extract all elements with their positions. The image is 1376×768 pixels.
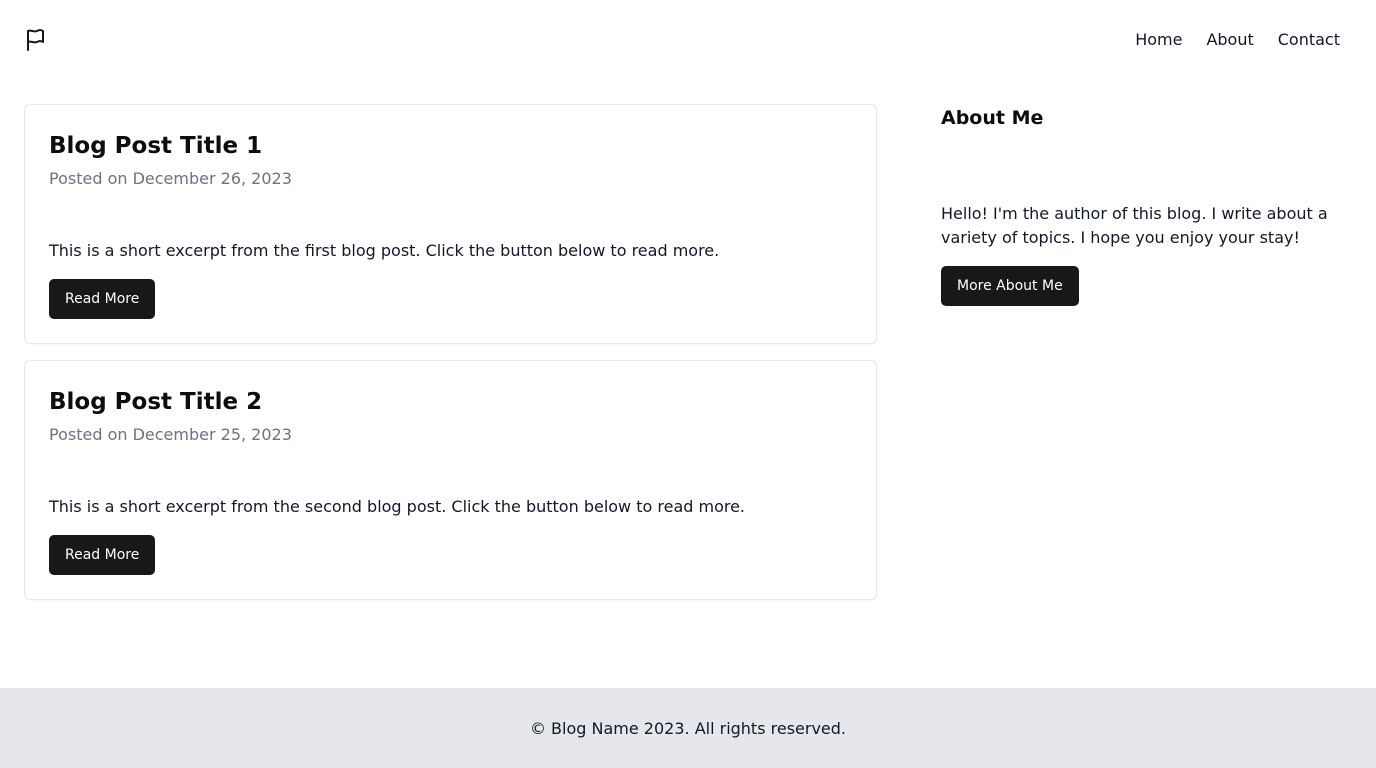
post-excerpt: This is a short excerpt from the first b… xyxy=(49,241,720,260)
post-date: Posted on December 25, 2023 xyxy=(49,425,292,444)
site-header: Home About Contact xyxy=(0,0,1376,80)
sidebar-text: Hello! I'm the author of this blog. I wr… xyxy=(941,204,1328,247)
post-list: Blog Post Title 1 Posted on December 26,… xyxy=(24,104,877,616)
post-card: Blog Post Title 2 Posted on December 25,… xyxy=(24,360,877,600)
site-footer: © Blog Name 2023. All rights reserved. xyxy=(0,688,1376,768)
post-title: Blog Post Title 1 xyxy=(49,133,263,159)
nav-about-link[interactable]: About xyxy=(1206,30,1253,49)
flag-icon[interactable] xyxy=(24,28,48,52)
sidebar-title: About Me xyxy=(941,107,1044,129)
more-about-me-button[interactable]: More About Me xyxy=(941,266,1079,306)
nav-home-link[interactable]: Home xyxy=(1135,30,1182,49)
footer-copyright: © Blog Name 2023. All rights reserved. xyxy=(529,718,847,738)
post-card: Blog Post Title 1 Posted on December 26,… xyxy=(24,104,877,344)
read-more-button[interactable]: Read More xyxy=(49,279,156,319)
post-title: Blog Post Title 2 xyxy=(49,389,263,415)
about-sidebar: About Me Hello! I'm the author of this b… xyxy=(941,104,1341,306)
nav-contact-link[interactable]: Contact xyxy=(1278,30,1340,49)
post-date: Posted on December 26, 2023 xyxy=(49,169,292,188)
read-more-button[interactable]: Read More xyxy=(49,535,156,575)
main-nav: Home About Contact xyxy=(1135,30,1340,49)
post-excerpt: This is a short excerpt from the second … xyxy=(49,497,746,516)
